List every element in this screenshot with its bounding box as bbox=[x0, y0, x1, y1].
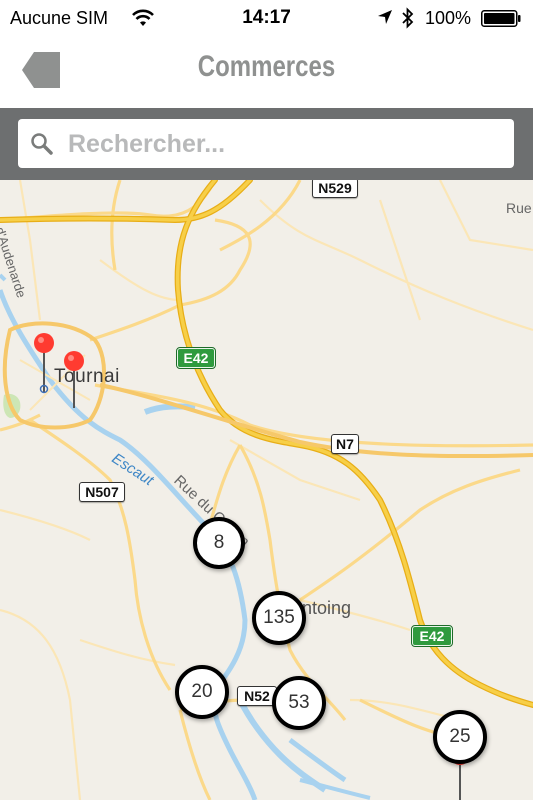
battery-percent: 100% bbox=[425, 8, 472, 28]
search-bar bbox=[0, 108, 533, 180]
map-cluster[interactable]: 53 bbox=[272, 676, 326, 730]
search-icon bbox=[31, 133, 53, 155]
road-shield-n529: N529 bbox=[312, 180, 358, 198]
search-field[interactable] bbox=[18, 119, 514, 168]
bluetooth-icon bbox=[402, 7, 414, 29]
road-shield-e42: E42 bbox=[176, 347, 216, 369]
battery-icon bbox=[481, 10, 521, 27]
location-arrow-icon bbox=[378, 10, 392, 24]
map-cluster[interactable]: 20 bbox=[175, 665, 229, 719]
map-cluster[interactable]: 8 bbox=[193, 517, 245, 569]
street-label-rue: Rue bbox=[506, 200, 532, 216]
map-cluster[interactable]: 25 bbox=[433, 710, 487, 764]
navigation-bar: Commerces bbox=[0, 36, 533, 108]
road-shield-n507: N507 bbox=[79, 482, 125, 502]
place-label-antoing: ntoing bbox=[302, 598, 352, 618]
page-title: Commerces bbox=[197, 50, 336, 83]
map-pin[interactable] bbox=[62, 350, 86, 420]
status-bar: Aucune SIM 14:17 100% bbox=[0, 0, 533, 36]
search-input[interactable] bbox=[66, 124, 500, 164]
map-cluster[interactable]: 135 bbox=[252, 591, 306, 645]
road-shield-e42: E42 bbox=[411, 625, 453, 647]
road-shield-n7: N7 bbox=[331, 434, 359, 454]
road-shield-n52: N52 bbox=[237, 686, 277, 706]
map-pin[interactable] bbox=[32, 332, 56, 402]
map-view[interactable]: Tournai ntoing Escaut Rue du Canon Av. d… bbox=[0, 180, 533, 800]
